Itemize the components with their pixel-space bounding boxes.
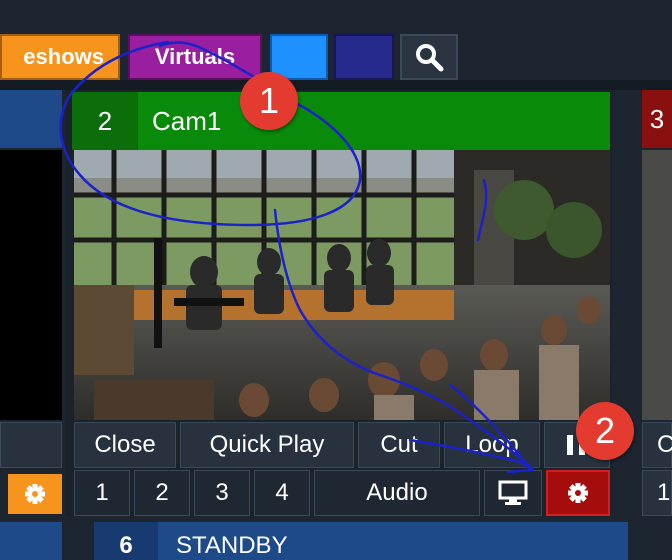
cut-label: Cut bbox=[380, 431, 418, 458]
standby-input-header[interactable] bbox=[94, 522, 628, 560]
layer-4-label: 4 bbox=[275, 479, 289, 506]
audio-button[interactable]: Audio bbox=[314, 470, 480, 516]
input-number: 2 bbox=[72, 92, 138, 150]
search-button[interactable] bbox=[400, 34, 458, 80]
left-settings-button[interactable] bbox=[8, 474, 62, 514]
gear-icon bbox=[25, 484, 45, 504]
right-input-close-button[interactable]: C bbox=[642, 422, 672, 468]
output-monitor-button[interactable] bbox=[484, 470, 542, 516]
layer-1-button[interactable]: 1 bbox=[74, 470, 130, 516]
right-input-layer-button[interactable]: 1 bbox=[642, 470, 672, 516]
right-input-row2-label: 1 bbox=[657, 479, 671, 506]
close-button[interactable]: Close bbox=[74, 422, 176, 468]
audio-label: Audio bbox=[366, 479, 428, 506]
video-frame-image bbox=[74, 150, 610, 420]
input-title[interactable]: Cam1 bbox=[152, 92, 221, 150]
right-input-row1-label: C bbox=[657, 431, 672, 458]
layer-4-button[interactable]: 4 bbox=[254, 470, 310, 516]
tab-divider bbox=[0, 80, 672, 90]
standby-input-title: STANDBY bbox=[176, 532, 288, 559]
annotation-badge-1: 1 bbox=[240, 72, 298, 130]
tab-virtuals-label: Virtuals bbox=[154, 44, 236, 69]
tab-slideshows[interactable]: eshows bbox=[0, 34, 120, 80]
quick-play-label: Quick Play bbox=[209, 431, 325, 458]
tab-slideshows-label: eshows bbox=[23, 44, 104, 69]
input-preview[interactable] bbox=[74, 150, 610, 420]
left-standby-header[interactable] bbox=[0, 522, 62, 560]
loop-button[interactable]: Loop bbox=[444, 422, 540, 468]
layer-1-label: 1 bbox=[95, 479, 109, 506]
monitor-icon bbox=[498, 480, 528, 505]
layer-2-button[interactable]: 2 bbox=[134, 470, 190, 516]
loop-label: Loop bbox=[465, 431, 519, 458]
gear-icon bbox=[568, 483, 588, 503]
left-input-header[interactable] bbox=[0, 90, 62, 148]
layer-2-label: 2 bbox=[155, 479, 169, 506]
quick-play-button[interactable]: Quick Play bbox=[180, 422, 354, 468]
right-input-header[interactable]: 3 bbox=[642, 90, 672, 148]
annotation-badge-2: 2 bbox=[576, 402, 634, 460]
tab-color-navy[interactable] bbox=[334, 34, 394, 80]
layer-3-label: 3 bbox=[215, 479, 229, 506]
left-input-preview[interactable] bbox=[0, 150, 62, 420]
cut-button[interactable]: Cut bbox=[358, 422, 440, 468]
left-input-control[interactable] bbox=[0, 422, 62, 468]
close-label: Close bbox=[94, 431, 156, 458]
search-icon bbox=[416, 44, 444, 72]
right-input-preview[interactable] bbox=[642, 150, 672, 420]
right-input-number: 3 bbox=[649, 103, 665, 134]
tab-virtuals[interactable]: Virtuals bbox=[128, 34, 262, 80]
input-settings-button[interactable] bbox=[546, 470, 610, 516]
standby-input-number: 6 bbox=[94, 522, 158, 560]
layer-3-button[interactable]: 3 bbox=[194, 470, 250, 516]
